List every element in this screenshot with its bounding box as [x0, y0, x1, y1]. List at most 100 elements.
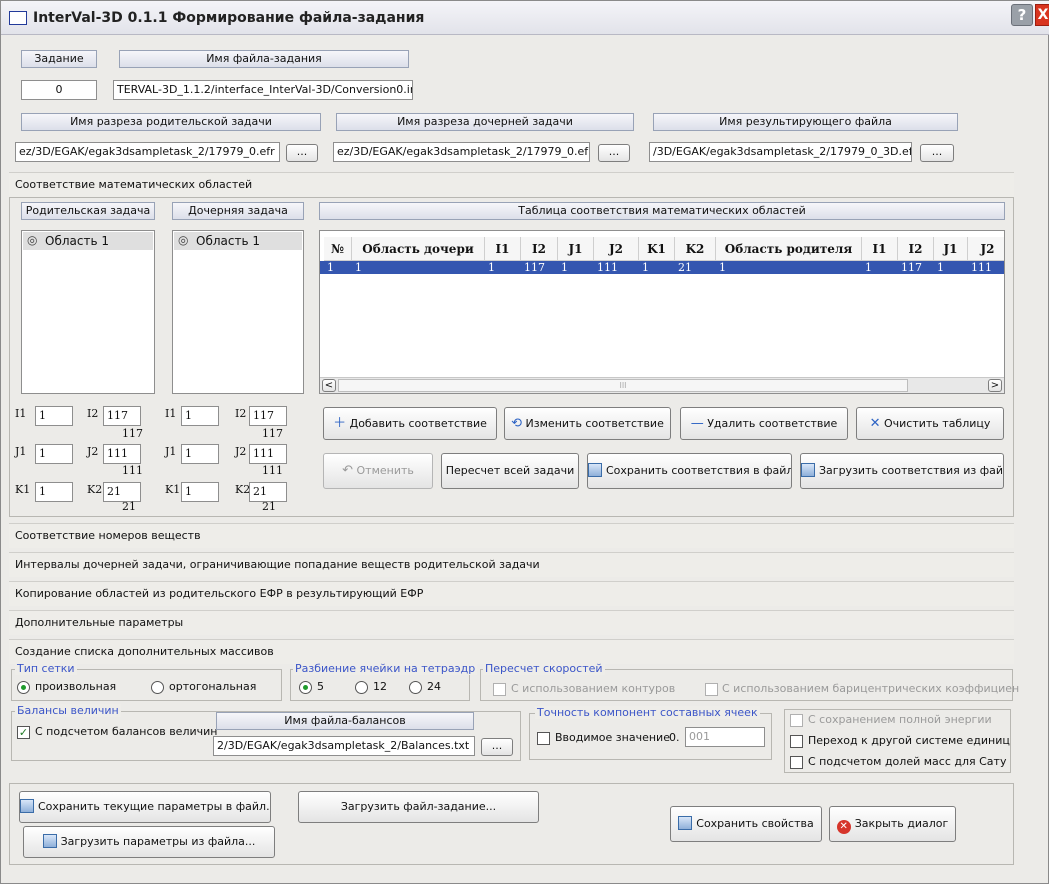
child-j1-field[interactable]: 1	[181, 444, 219, 464]
parent-k2-field[interactable]: 21	[103, 482, 141, 502]
col-header[interactable]: №	[324, 237, 352, 261]
parent-cut-field[interactable]: ez/3D/EGAK/egak3dsampletask_2/17979_0.ef…	[15, 142, 280, 162]
load-mapping-button[interactable]: Загрузить соответствия из файла.	[800, 453, 1004, 489]
load-task-button[interactable]: Загрузить файл-задание...	[298, 791, 539, 823]
units-checkbox[interactable]	[790, 735, 803, 748]
barycentric-checkbox[interactable]	[705, 683, 718, 696]
col-header[interactable]: I2	[898, 237, 934, 261]
col-header[interactable]: K2	[675, 237, 716, 261]
parent-j1-field[interactable]: 1	[35, 444, 73, 464]
mass-checkbox[interactable]	[790, 756, 803, 769]
list-item-label: Область 1	[196, 234, 260, 248]
close-window-button[interactable]: X	[1035, 4, 1049, 26]
balances-file-field[interactable]: 2/3D/EGAK/egak3dsampletask_2/Balances.tx…	[213, 736, 475, 756]
contours-checkbox[interactable]	[493, 683, 506, 696]
grid-orthogonal-radio[interactable]	[151, 681, 164, 694]
parent-k2-value: 21	[122, 500, 136, 513]
col-header[interactable]: J1	[934, 237, 968, 261]
grid-orthogonal-label[interactable]: ортогональная	[169, 680, 256, 693]
tetra-5-radio[interactable]	[299, 681, 312, 694]
col-header[interactable]: J2	[968, 237, 1004, 261]
help-button[interactable]: ?	[1011, 4, 1033, 26]
col-header[interactable]: I1	[485, 237, 521, 261]
recalc-task-button[interactable]: Пересчет всей задачи	[441, 453, 579, 489]
child-cut-browse-button[interactable]: ...	[598, 144, 630, 162]
precision-checkbox[interactable]	[537, 732, 550, 745]
mapping-table[interactable]: № Область дочери I1 I2 J1 J2 K1 K2 Облас…	[319, 230, 1005, 394]
contours-label: С использованием контуров	[511, 682, 676, 695]
tetra-12-radio[interactable]	[355, 681, 368, 694]
child-k1-field[interactable]: 1	[181, 482, 219, 502]
col-header[interactable]: K1	[639, 237, 675, 261]
col-header[interactable]: Область дочери	[352, 237, 485, 261]
energy-checkbox[interactable]	[790, 714, 803, 727]
scroll-right-button[interactable]: >	[988, 379, 1002, 392]
balances-checkbox[interactable]: ✓	[17, 726, 30, 739]
close-dialog-button[interactable]: ✕ Закрыть диалог	[829, 806, 956, 842]
undo-button[interactable]: ↶ Отменить	[323, 453, 433, 489]
child-areas-list[interactable]: ◎ Область 1	[172, 230, 304, 394]
horizontal-scrollbar[interactable]: < III >	[320, 377, 1004, 393]
save-properties-button[interactable]: Сохранить свойства	[670, 806, 822, 842]
child-j2-value: 111	[262, 464, 283, 477]
dialog-window: InterVal-3D 0.1.1 Формирование файла-зад…	[0, 0, 1049, 884]
col-header[interactable]: J2	[594, 237, 639, 261]
barycentric-label: С использованием барицентрических коэффи…	[722, 682, 1020, 695]
child-i1-field[interactable]: 1	[181, 406, 219, 426]
parent-areas-list[interactable]: ◎ Область 1	[21, 230, 155, 394]
mass-label: С подсчетом долей масс для Сату	[808, 755, 1007, 768]
child-k2-field[interactable]: 21	[249, 482, 287, 502]
precision-field[interactable]: 001	[685, 727, 765, 747]
task-file-field[interactable]: TERVAL-3D_1.1.2/interface_InterVal-3D/Co…	[113, 80, 413, 100]
balances-browse-button[interactable]: ...	[481, 738, 513, 756]
change-mapping-button[interactable]: ⟲ Изменить соответствие	[504, 407, 671, 440]
grid-arbitrary-label[interactable]: произвольная	[35, 680, 116, 693]
save-disk-icon	[588, 463, 602, 477]
child-cut-field[interactable]: ez/3D/EGAK/egak3dsampletask_2/17979_0.ef…	[333, 142, 590, 162]
list-item-label: Область 1	[45, 234, 109, 248]
title-bar[interactable]: InterVal-3D 0.1.1 Формирование файла-зад…	[1, 1, 1049, 35]
result-file-field[interactable]: /3D/EGAK/egak3dsampletask_2/17979_0_3D.e…	[649, 142, 912, 162]
result-file-browse-button[interactable]: ...	[920, 144, 954, 162]
col-header[interactable]: I2	[521, 237, 558, 261]
save-mapping-button[interactable]: Сохранить соответствия в файл..	[587, 453, 792, 489]
col-header[interactable]: J1	[558, 237, 594, 261]
clear-table-button[interactable]: ✕ Очистить таблицу	[856, 407, 1004, 440]
window-icon	[9, 11, 27, 25]
list-item[interactable]: ◎ Область 1	[174, 232, 302, 250]
tetra-24-label[interactable]: 24	[427, 680, 441, 693]
section-extra-arrays[interactable]: Создание списка дополнительных массивов	[9, 639, 1014, 664]
task-number-field[interactable]: 0	[21, 80, 97, 100]
scroll-left-button[interactable]: <	[322, 379, 336, 392]
table-cell: 21	[678, 261, 692, 274]
tetra-24-radio[interactable]	[409, 681, 422, 694]
col-header[interactable]: I1	[862, 237, 898, 261]
load-params-icon	[42, 834, 57, 848]
table-cell: 1	[561, 261, 568, 274]
add-mapping-button[interactable]: ＋ Добавить соответствие	[323, 407, 497, 440]
parent-i1-field[interactable]: 1	[35, 406, 73, 426]
child-i2-field[interactable]: 117	[249, 406, 287, 426]
list-item[interactable]: ◎ Область 1	[23, 232, 153, 250]
child-j2-field[interactable]: 111	[249, 444, 287, 464]
delete-mapping-button[interactable]: — Удалить соответствие	[680, 407, 848, 440]
section-extra-params[interactable]: Дополнительные параметры	[9, 610, 1014, 635]
parent-k1-field[interactable]: 1	[35, 482, 73, 502]
parent-i2-field[interactable]: 117	[103, 406, 141, 426]
load-params-button[interactable]: Загрузить параметры из файла...	[23, 826, 275, 858]
grid-type-title: Тип сетки	[15, 662, 77, 675]
tetra-12-label[interactable]: 12	[373, 680, 387, 693]
section-copy-areas[interactable]: Копирование областей из родительского ЕФ…	[9, 581, 1014, 606]
section-substances[interactable]: Соответствие номеров веществ	[9, 523, 1014, 548]
col-header[interactable]: Область родителя	[716, 237, 862, 261]
parent-j2-field[interactable]: 111	[103, 444, 141, 464]
save-params-button[interactable]: Сохранить текущие параметры в файл...	[19, 791, 271, 823]
child-j1-label: J1	[165, 445, 177, 458]
grid-arbitrary-radio[interactable]	[17, 681, 30, 694]
section-intervals[interactable]: Интервалы дочерней задачи, ограничивающи…	[9, 552, 1014, 577]
parent-cut-browse-button[interactable]: ...	[286, 144, 318, 162]
tetra-5-label[interactable]: 5	[317, 680, 324, 693]
parent-k1-label: K1	[15, 483, 31, 496]
section-math-areas[interactable]: Соответствие математических областей	[9, 172, 1014, 197]
scroll-thumb[interactable]: III	[338, 379, 908, 392]
